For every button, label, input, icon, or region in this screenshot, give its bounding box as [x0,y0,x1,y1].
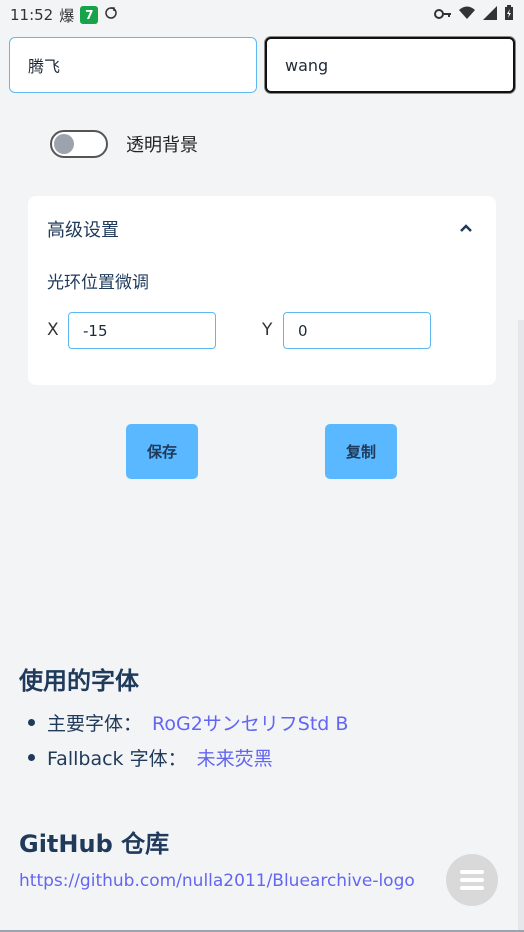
signal-icon [482,6,498,24]
x-label: X [47,320,59,340]
advanced-settings-title[interactable]: 高级设置 [47,216,119,242]
bullet-dot [28,754,35,761]
github-repo-link[interactable]: https://github.com/nulla2011/Bluearchive… [19,871,415,891]
halo-offset-subtitle: 光环位置微调 [47,273,149,293]
y-offset-input[interactable]: 0 [283,312,431,349]
toggle-knob [54,134,74,154]
fallback-font-link[interactable]: 未来荧黑 [197,744,273,771]
save-button[interactable]: 保存 [126,424,198,479]
chevron-up-icon[interactable] [458,220,474,236]
status-time: 11:52 [10,6,54,24]
fonts-section-title: 使用的字体 [19,667,139,695]
transparent-background-toggle[interactable] [50,130,108,158]
primary-font-label: 主要字体： [47,713,143,735]
status-indicator: 爆 [59,6,75,25]
notification-badge: 7 [80,6,99,24]
transparent-background-label: 透明背景 [126,135,198,156]
y-offset-value: 0 [298,321,308,340]
y-label: Y [262,320,273,340]
floating-menu-button[interactable] [446,854,498,906]
name-cn-input[interactable]: 腾飞 [9,37,257,93]
bullet-dot [28,719,35,726]
list-item: Fallback 字体： 未来荧黑 [28,744,273,771]
scrollbar[interactable] [518,320,524,930]
name-en-value: wang [285,55,329,75]
key-icon [434,6,452,24]
battery-icon [504,5,514,25]
name-cn-value: 腾飞 [28,57,61,76]
wifi-icon [458,6,476,24]
x-offset-value: -15 [83,321,108,340]
name-en-input[interactable]: wang [265,37,515,93]
sync-icon [104,6,118,24]
github-section-title: GitHub 仓库 [19,830,170,858]
primary-font-link[interactable]: RoG2サンセリフStd B [152,709,348,736]
fallback-font-label: Fallback 字体： [47,748,187,770]
list-item: 主要字体： RoG2サンセリフStd B [28,709,348,736]
x-offset-input[interactable]: -15 [68,312,216,349]
copy-button[interactable]: 复制 [325,424,397,479]
transparent-background-row: 透明背景 [50,130,198,158]
menu-icon [460,870,484,890]
status-bar: 11:52 爆 7 [0,0,524,30]
advanced-settings-panel: 高级设置 光环位置微调 X -15 Y 0 [28,196,496,385]
